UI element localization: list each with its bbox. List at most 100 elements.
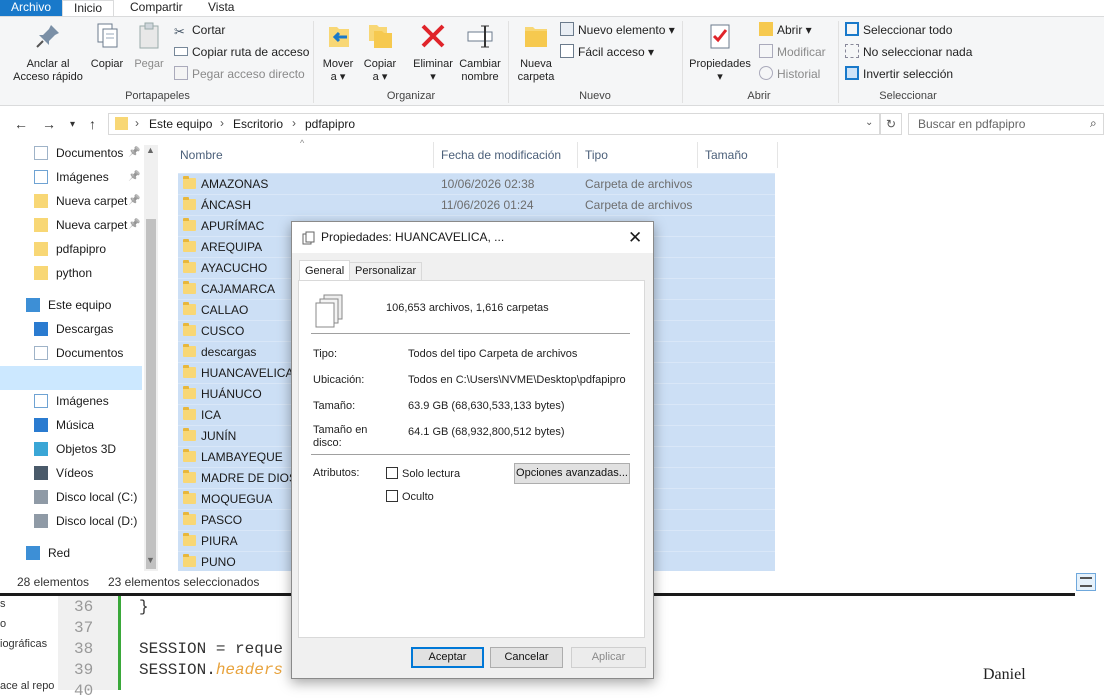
folder-icon bbox=[34, 242, 48, 256]
pin-quick-access-button[interactable]: Anclar al Acceso rápido bbox=[6, 21, 90, 84]
nav-item-descargas[interactable]: Descargas bbox=[28, 318, 142, 340]
back-button[interactable]: ← bbox=[14, 116, 28, 132]
tab-compartir[interactable]: Compartir bbox=[122, 0, 191, 16]
hidden-checkbox[interactable] bbox=[386, 490, 398, 502]
nav-item-imágenes[interactable]: Imágenes 📌 bbox=[28, 166, 142, 188]
scroll-down-icon[interactable]: ▼ bbox=[146, 555, 155, 565]
nav-item-música[interactable]: Música bbox=[28, 414, 142, 436]
up-button[interactable]: ↑ bbox=[89, 116, 96, 132]
file-row[interactable]: ÁNCASH 11/06/2026 01:24 Carpeta de archivo… bbox=[178, 194, 775, 215]
apply-button[interactable]: Aplicar bbox=[571, 647, 646, 668]
videos-icon bbox=[34, 466, 48, 480]
nav-item-python[interactable]: python bbox=[28, 262, 142, 284]
nav-item-red[interactable]: Red bbox=[20, 542, 134, 564]
column-header-type[interactable]: Tipo bbox=[585, 148, 608, 162]
column-separator[interactable] bbox=[697, 142, 698, 168]
scissors-icon: ✂ bbox=[174, 24, 185, 39]
pin-icon: 📌 bbox=[128, 195, 141, 206]
column-header-size[interactable]: Tamaño bbox=[705, 148, 748, 162]
column-separator[interactable] bbox=[577, 142, 578, 168]
close-icon[interactable]: ✕ bbox=[628, 222, 642, 253]
recent-locations-button[interactable]: ▾ bbox=[70, 119, 75, 130]
file-name: CUSCO bbox=[201, 324, 245, 338]
tab-general[interactable]: General bbox=[299, 260, 351, 281]
nav-item-nueva-carpet[interactable]: Nueva carpet 📌 bbox=[28, 214, 142, 236]
selected-count: 23 elementos seleccionados bbox=[108, 575, 260, 589]
nav-item-documentos[interactable]: Documentos 📌 bbox=[28, 142, 142, 164]
rename-button[interactable]: Cambiar nombre bbox=[456, 21, 504, 84]
edit-button[interactable]: Modificar bbox=[759, 43, 826, 61]
search-input[interactable]: Buscar en pdfapipro bbox=[908, 113, 1104, 135]
new-folder-button[interactable]: Nueva carpeta bbox=[514, 21, 558, 84]
copy-button[interactable]: Copiar bbox=[88, 21, 126, 71]
nav-item-imágenes[interactable]: Imágenes bbox=[28, 390, 142, 412]
ok-button[interactable]: Aceptar bbox=[411, 647, 484, 668]
file-date: 11/06/2026 01:24 bbox=[441, 198, 534, 212]
easy-access-button[interactable]: Fácil acceso ▾ bbox=[560, 43, 654, 61]
move-to-button[interactable]: Mover a ▾ bbox=[320, 21, 356, 84]
nav-item-disco-local-c-[interactable]: Disco local (C:) bbox=[28, 486, 142, 508]
readonly-checkbox[interactable] bbox=[386, 467, 398, 479]
tab-inicio[interactable]: Inicio bbox=[62, 0, 114, 16]
folder-icon bbox=[183, 344, 196, 357]
column-header-date[interactable]: Fecha de modificación bbox=[441, 148, 561, 162]
folder-icon bbox=[183, 491, 196, 504]
breadcrumb-pdfapipro[interactable]: pdfapipro bbox=[305, 117, 355, 131]
new-folder-icon bbox=[525, 27, 547, 47]
tab-vista[interactable]: Vista bbox=[200, 0, 242, 16]
select-all-button[interactable]: Seleccionar todo bbox=[845, 21, 952, 39]
breadcrumb-escritorio[interactable]: Escritorio bbox=[233, 117, 283, 131]
forward-button[interactable]: → bbox=[42, 116, 56, 132]
scroll-up-icon[interactable]: ▲ bbox=[146, 145, 155, 155]
nav-item-este-equipo[interactable]: Este equipo bbox=[20, 294, 134, 316]
copy-path-button[interactable]: Copiar ruta de acceso bbox=[174, 43, 309, 61]
tamano-label: Tamaño: bbox=[313, 400, 356, 412]
folder-icon bbox=[183, 197, 196, 210]
refresh-button[interactable]: ↻ bbox=[880, 113, 902, 135]
code-line: } bbox=[139, 598, 149, 616]
breadcrumb-este-equipo[interactable]: Este equipo bbox=[149, 117, 212, 131]
open-button[interactable]: Abrir ▾ bbox=[759, 21, 812, 39]
ribbon: Anclar al Acceso rápido Copiar Pegar ✂ Co… bbox=[0, 16, 1104, 106]
line-number: 37 bbox=[74, 619, 94, 637]
tab-personalizar[interactable]: Personalizar bbox=[349, 262, 423, 281]
cancel-button[interactable]: Cancelar bbox=[490, 647, 563, 668]
history-button[interactable]: Historial bbox=[759, 65, 820, 83]
new-item-button[interactable]: Nuevo elemento ▾ bbox=[560, 21, 675, 39]
file-row[interactable]: AMAZONAS 10/06/2026 02:38 Carpeta de archi… bbox=[178, 173, 775, 194]
details-view-button[interactable] bbox=[1076, 573, 1096, 591]
nav-item-objetos-3d[interactable]: Objetos 3D bbox=[28, 438, 142, 460]
new-item-label: Nuevo elemento bbox=[578, 23, 666, 37]
column-separator[interactable] bbox=[777, 142, 778, 168]
file-name: CAJAMARCA bbox=[201, 282, 276, 296]
rename-icon bbox=[467, 25, 493, 48]
address-bar[interactable]: › Este equipo › Escritorio › pdfapipro ⌄ bbox=[108, 113, 880, 135]
nav-item-vídeos[interactable]: Vídeos bbox=[28, 462, 142, 484]
files-icon bbox=[302, 231, 315, 245]
tab-archivo[interactable]: Archivo bbox=[0, 0, 62, 16]
nav-item-label: Documentos bbox=[56, 146, 124, 160]
column-header-name[interactable]: Nombre bbox=[180, 148, 223, 162]
delete-button[interactable]: Eliminar ▾ bbox=[410, 21, 456, 84]
advanced-options-button[interactable]: Opciones avanzadas... bbox=[514, 463, 630, 484]
paste-shortcut-button[interactable]: Pegar acceso directo bbox=[174, 65, 305, 83]
invert-selection-button[interactable]: Invertir selección bbox=[845, 65, 953, 83]
column-separator[interactable] bbox=[433, 142, 434, 168]
properties-button[interactable]: Propiedades ▾ bbox=[686, 21, 754, 84]
nav-item-label: Red bbox=[48, 546, 71, 560]
paste-button[interactable]: Pegar bbox=[130, 21, 168, 71]
scroll-thumb[interactable] bbox=[146, 219, 156, 569]
select-none-button[interactable]: No seleccionar nada bbox=[845, 43, 972, 61]
copy-to-button[interactable]: Copiar a ▾ bbox=[362, 21, 398, 84]
delete-x-icon bbox=[421, 24, 445, 48]
nav-scrollbar[interactable]: ▲ ▼ bbox=[144, 145, 158, 571]
nav-item-disco-local-d-[interactable]: Disco local (D:) bbox=[28, 510, 142, 532]
nav-item-pdfapipro[interactable]: pdfapipro bbox=[28, 238, 142, 260]
atributos-label: Atributos: bbox=[313, 467, 360, 479]
cut-button[interactable]: ✂ Cortar bbox=[174, 21, 225, 39]
nav-item-documentos[interactable]: Documentos bbox=[28, 342, 142, 364]
address-dropdown-icon[interactable]: ⌄ bbox=[865, 117, 873, 128]
easy-access-label: Fácil acceso bbox=[578, 45, 645, 59]
dialog-titlebar[interactable]: Propiedades: HUANCAVELICA, ... ✕ bbox=[292, 222, 653, 253]
nav-item-nueva-carpet[interactable]: Nueva carpet 📌 bbox=[28, 190, 142, 212]
